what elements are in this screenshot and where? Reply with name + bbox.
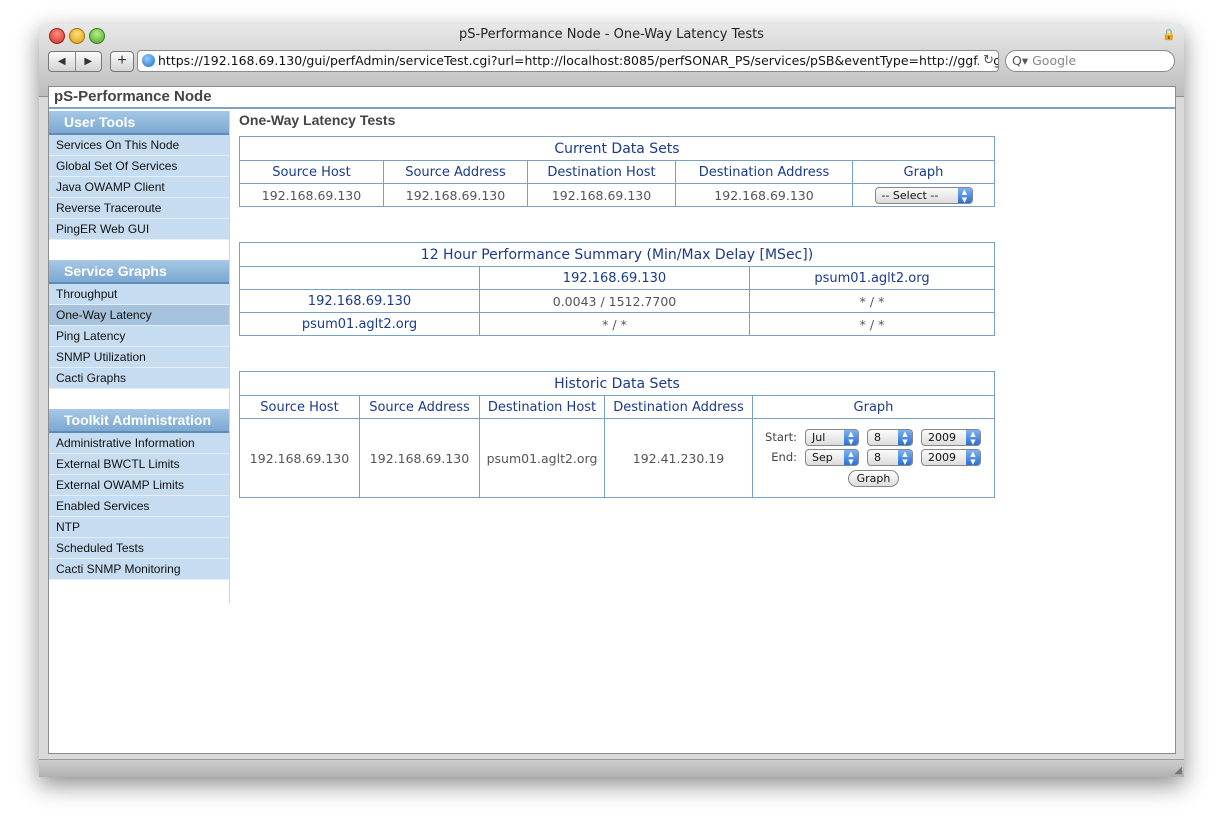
column-header: Source Address [359,395,480,419]
main-content: One-Way Latency Tests Current Data Sets … [239,111,1175,498]
sidebar-item-reverse-traceroute[interactable]: Reverse Traceroute [49,198,229,219]
sidebar-section-toolkit-administration: Toolkit Administration [49,409,229,433]
sidebar-item-throughput[interactable]: Throughput [49,284,229,305]
sidebar-item-snmp-utilization[interactable]: SNMP Utilization [49,347,229,368]
select-arrows-icon: ▲ ▼ [965,450,980,466]
sidebar-item-ntp[interactable]: NTP [49,517,229,538]
sidebar-item-services-on-this-node[interactable]: Services On This Node [49,135,229,156]
column-header: psum01.aglt2.org [749,266,995,290]
start-day-select[interactable]: 8 ▲ ▼ [866,429,913,446]
start-year-select[interactable]: 2009 ▲ ▼ [920,429,981,446]
table-caption: Historic Data Sets [239,371,995,396]
search-field[interactable]: Q▾ Google [1005,50,1175,72]
url-text: https://192.168.69.130/gui/perfAdmin/ser… [158,53,999,68]
start-label: Start: [765,430,797,444]
sidebar-item-external-owamp-limits[interactable]: External OWAMP Limits [49,475,229,496]
table-row: 192.168.69.130 192.168.69.130 psum01.agl… [239,418,995,498]
globe-icon [142,54,155,67]
select-arrows-icon: ▲ ▼ [965,430,980,446]
end-year-select[interactable]: 2009 ▲ ▼ [920,449,981,466]
performance-summary-table: 12 Hour Performance Summary (Min/Max Del… [239,242,995,336]
sidebar-section-service-graphs: Service Graphs [49,260,229,284]
sidebar-section-user-tools: User Tools [49,111,229,135]
reload-icon[interactable]: ↻ [979,51,994,71]
lock-icon: 🔒 [1162,29,1176,41]
table-cell: 192.168.69.130 [383,183,528,207]
status-bar: ◢ [39,759,1184,777]
graph-button[interactable]: Graph [847,470,900,487]
window-title: pS-Performance Node - One-Way Latency Te… [459,27,764,42]
sidebar-item-scheduled-tests[interactable]: Scheduled Tests [49,538,229,559]
back-icon[interactable]: ◀ [49,52,76,71]
table-cell: 192.168.69.130 [527,183,676,207]
sidebar-item-cacti-graphs[interactable]: Cacti Graphs [49,368,229,389]
sidebar-item-java-owamp-client[interactable]: Java OWAMP Client [49,177,229,198]
back-forward-buttons: ◀ ▶ [48,51,102,72]
historic-data-sets-table: Historic Data Sets Source Host Source Ad… [239,371,995,498]
table-row: psum01.aglt2.org * / * * / * [239,312,995,336]
table-cell: psum01.aglt2.org [479,418,605,498]
sidebar-item-pinger-web-gui[interactable]: PingER Web GUI [49,219,229,240]
column-header: 192.168.69.130 [479,266,750,290]
forward-icon[interactable]: ▶ [76,52,102,71]
column-header: Graph [852,160,995,184]
table-cell: 192.41.230.19 [604,418,753,498]
table-cell: 192.168.69.130 [359,418,480,498]
table-cell: * / * [479,312,750,336]
table-caption: 12 Hour Performance Summary (Min/Max Del… [239,242,995,267]
sidebar-item-enabled-services[interactable]: Enabled Services [49,496,229,517]
browser-window: pS-Performance Node - One-Way Latency Te… [39,24,1184,777]
resize-grip-icon[interactable]: ◢ [1174,765,1182,776]
end-day-select[interactable]: 8 ▲ ▼ [866,449,913,466]
select-arrows-icon: ▲ ▼ [897,450,912,466]
page-header: pS-Performance Node [49,87,1175,109]
address-bar[interactable]: https://192.168.69.130/gui/perfAdmin/ser… [137,50,999,72]
sidebar-item-global-set-of-services[interactable]: Global Set Of Services [49,156,229,177]
page-title: One-Way Latency Tests [239,112,396,128]
column-header: Destination Host [479,395,605,419]
table-cell: 192.168.69.130 [675,183,853,207]
search-icon: Q▾ [1012,53,1029,68]
sidebar-item-cacti-snmp-monitoring[interactable]: Cacti SNMP Monitoring [49,559,229,580]
graph-select[interactable]: -- Select -- ▲ ▼ [874,186,973,204]
table-row: 192.168.69.130 0.0043 / 1512.7700 * / * [239,289,995,313]
table-cell: * / * [749,312,995,336]
sidebar-item-external-bwctl-limits[interactable]: External BWCTL Limits [49,454,229,475]
sidebar-item-ping-latency[interactable]: Ping Latency [49,326,229,347]
row-header: 192.168.69.130 [239,289,480,313]
table-cell: 0.0043 / 1512.7700 [479,289,750,313]
table-row: 192.168.69.130 192.168.69.130 192.168.69… [239,183,995,207]
current-data-sets-table: Current Data Sets Source Host Source Add… [239,136,995,207]
column-header: Graph [752,395,995,419]
select-arrows-icon: ▲ ▼ [957,187,972,204]
end-month-select[interactable]: Sep ▲ ▼ [804,449,859,466]
table-cell: 192.168.69.130 [239,183,384,207]
table-caption: Current Data Sets [239,136,995,161]
column-header: Source Address [383,160,528,184]
table-cell: * / * [749,289,995,313]
graph-select-value: -- Select -- [881,188,939,202]
sidebar-item-administrative-information[interactable]: Administrative Information [49,433,229,454]
sidebar-item-one-way-latency[interactable]: One-Way Latency [49,305,229,326]
table-cell: 192.168.69.130 [239,418,360,498]
select-arrows-icon: ▲ ▼ [843,450,858,466]
search-placeholder: Google [1032,53,1077,68]
row-header: psum01.aglt2.org [239,312,480,336]
add-bookmark-button[interactable]: + [110,51,134,72]
column-header: Destination Address [604,395,753,419]
column-header: Source Host [239,160,384,184]
select-arrows-icon: ▲ ▼ [843,430,858,446]
column-header: Source Host [239,395,360,419]
start-month-select[interactable]: Jul ▲ ▼ [804,429,859,446]
web-content: pS-Performance Node User Tools Services … [48,86,1176,754]
select-arrows-icon: ▲ ▼ [897,430,912,446]
sidebar: User Tools Services On This Node Global … [49,111,230,603]
column-header: Destination Address [675,160,853,184]
end-label: End: [771,450,797,464]
column-header: Destination Host [527,160,676,184]
